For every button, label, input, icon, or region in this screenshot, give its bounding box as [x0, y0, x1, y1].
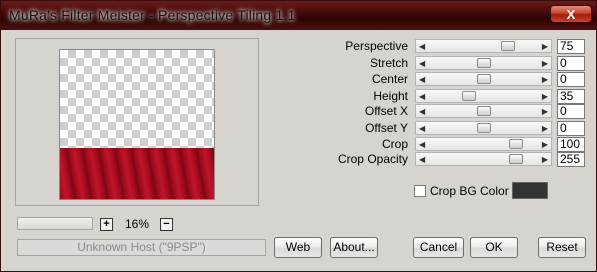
param-slider-offset-y[interactable]: ◀ ▶ [415, 121, 552, 135]
param-value-crop-opacity[interactable]: 255 [557, 152, 585, 167]
param-label-crop-opacity: Crop Opacity [337, 152, 408, 166]
slider-thumb[interactable] [477, 58, 491, 68]
param-label-center: Center [371, 72, 408, 86]
web-button[interactable]: Web [274, 237, 322, 258]
slider-left-arrow-icon[interactable]: ◀ [419, 155, 425, 164]
close-button[interactable]: X [550, 5, 592, 23]
zoom-level: 16% [125, 217, 150, 231]
ok-button[interactable]: OK [470, 237, 518, 258]
slider-right-arrow-icon[interactable]: ▶ [542, 124, 548, 133]
slider-right-arrow-icon[interactable]: ▶ [542, 155, 548, 164]
title-bar[interactable]: MuRa's Filter Meister - Perspective Tili… [1, 1, 596, 30]
param-value-offset-y[interactable]: 0 [557, 121, 585, 136]
param-label-offset-x: Offset X [364, 104, 408, 118]
slider-thumb[interactable] [509, 139, 523, 149]
param-slider-height[interactable]: ◀ ▶ [415, 89, 552, 103]
slider-thumb[interactable] [477, 123, 491, 133]
slider-right-arrow-icon[interactable]: ▶ [542, 107, 548, 116]
slider-thumb[interactable] [509, 154, 523, 164]
preview-panel [15, 38, 259, 206]
slider-thumb[interactable] [462, 91, 476, 101]
slider-thumb[interactable] [477, 74, 491, 84]
window-title: MuRa's Filter Meister - Perspective Tili… [9, 7, 296, 23]
slider-right-arrow-icon[interactable]: ▶ [542, 92, 548, 101]
param-label-perspective: Perspective [345, 39, 408, 53]
param-slider-center[interactable]: ◀ ▶ [415, 72, 552, 86]
param-slider-stretch[interactable]: ◀ ▶ [415, 56, 552, 70]
slider-right-arrow-icon[interactable]: ▶ [542, 59, 548, 68]
param-label-stretch: Stretch [369, 56, 408, 70]
param-label-crop: Crop [381, 137, 408, 151]
zoom-slider-track[interactable] [17, 217, 93, 230]
filter-dialog: MuRa's Filter Meister - Perspective Tili… [0, 0, 597, 272]
slider-right-arrow-icon[interactable]: ▶ [542, 140, 548, 149]
crop-bg-color-label: Crop BG Color [430, 184, 509, 198]
slider-left-arrow-icon[interactable]: ◀ [419, 42, 425, 51]
slider-left-arrow-icon[interactable]: ◀ [419, 124, 425, 133]
slider-left-arrow-icon[interactable]: ◀ [419, 59, 425, 68]
param-value-height[interactable]: 35 [557, 89, 585, 104]
param-value-stretch[interactable]: 0 [557, 56, 585, 71]
reset-button[interactable]: Reset [538, 237, 586, 258]
cancel-button[interactable]: Cancel [413, 237, 464, 258]
slider-right-arrow-icon[interactable]: ▶ [542, 75, 548, 84]
param-value-perspective[interactable]: 75 [557, 39, 585, 54]
param-label-offset-y: Offset Y [365, 121, 408, 135]
host-status: Unknown Host ("9PSP") [17, 239, 266, 256]
param-label-height: Height [373, 89, 408, 103]
param-value-crop[interactable]: 100 [557, 137, 585, 152]
slider-left-arrow-icon[interactable]: ◀ [419, 92, 425, 101]
about-button[interactable]: About... [330, 237, 378, 258]
slider-left-arrow-icon[interactable]: ◀ [419, 75, 425, 84]
slider-left-arrow-icon[interactable]: ◀ [419, 107, 425, 116]
param-value-center[interactable]: 0 [557, 72, 585, 87]
crop-bg-color-checkbox[interactable] [414, 185, 426, 197]
preview-image[interactable] [59, 49, 215, 200]
param-value-offset-x[interactable]: 0 [557, 104, 585, 119]
slider-thumb[interactable] [501, 41, 515, 51]
param-slider-crop-opacity[interactable]: ◀ ▶ [415, 152, 552, 166]
param-slider-offset-x[interactable]: ◀ ▶ [415, 104, 552, 118]
crop-bg-color-swatch[interactable] [512, 182, 548, 199]
slider-thumb[interactable] [477, 106, 491, 116]
zoom-in-button[interactable]: + [100, 218, 113, 231]
slider-left-arrow-icon[interactable]: ◀ [419, 140, 425, 149]
zoom-out-button[interactable]: − [160, 218, 173, 231]
param-slider-crop[interactable]: ◀ ▶ [415, 137, 552, 151]
param-slider-perspective[interactable]: ◀ ▶ [415, 39, 552, 53]
slider-right-arrow-icon[interactable]: ▶ [542, 42, 548, 51]
preview-tiled-texture [60, 148, 214, 199]
